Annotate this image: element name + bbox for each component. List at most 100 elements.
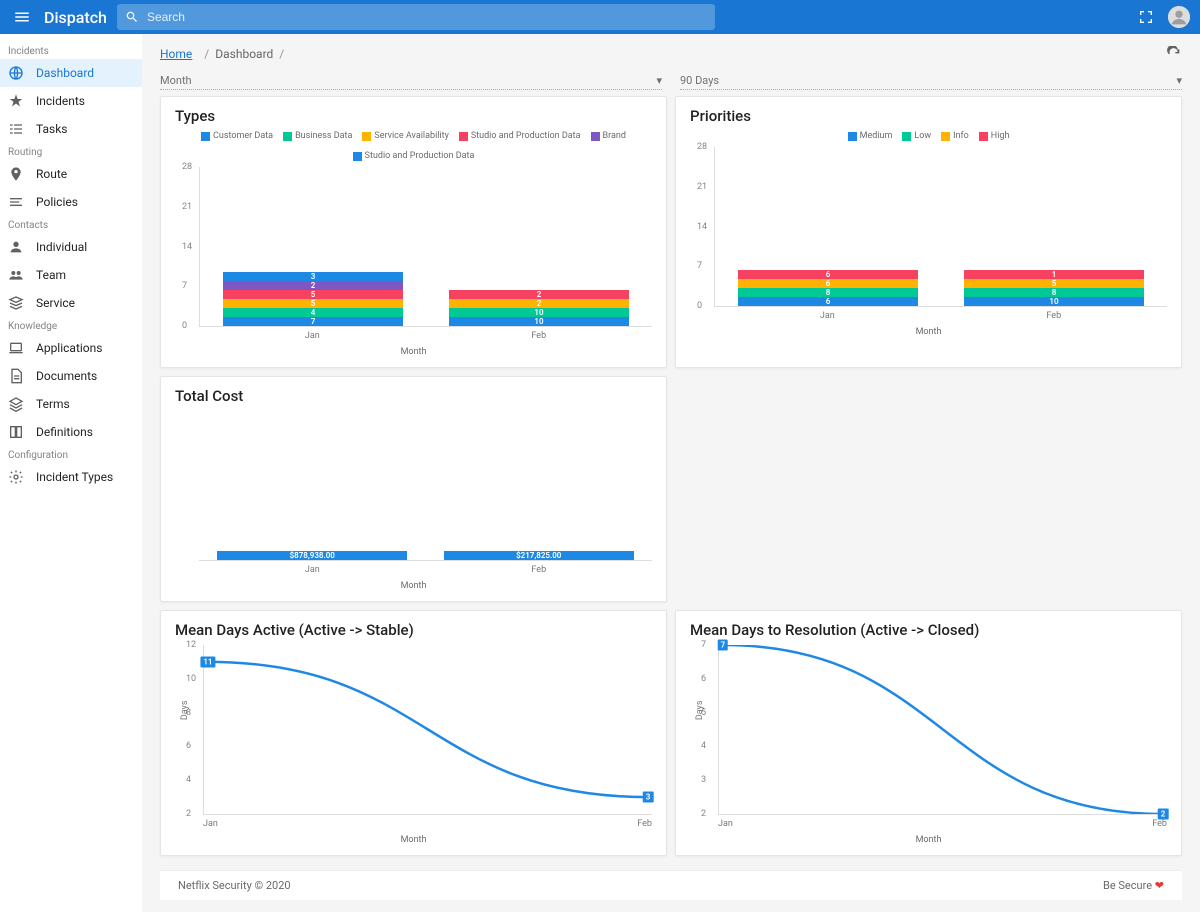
bar-segment: $878,938.00: [217, 551, 407, 560]
sidebar-item-tasks[interactable]: Tasks: [0, 115, 142, 143]
x-tick: Jan: [305, 565, 320, 575]
legend-item: Studio and Production Data: [459, 131, 581, 141]
bar-stack: 6866: [738, 270, 919, 306]
chart-plot: 07142128686610851: [714, 147, 1167, 307]
sidebar-item-label: Service: [36, 296, 75, 310]
line-svg: [204, 645, 652, 814]
sidebar-section-label: Contacts: [0, 216, 142, 233]
line-svg: [719, 645, 1167, 814]
sidebar-item-route[interactable]: Route: [0, 160, 142, 188]
book-icon: [8, 424, 24, 440]
sidebar-item-label: Definitions: [36, 425, 93, 439]
bar-segment: 8: [964, 288, 1145, 297]
service-icon: [8, 295, 24, 311]
sidebar-item-incidents[interactable]: Incidents: [0, 87, 142, 115]
filter-range[interactable]: 90 Days ▾: [680, 72, 1182, 90]
bar-segment: 10: [964, 297, 1145, 306]
chart-title: Types: [175, 107, 652, 125]
breadcrumb: Home / Dashboard /: [160, 46, 1182, 62]
sidebar-item-label: Incident Types: [36, 470, 113, 484]
bar-segment: 3: [223, 272, 404, 281]
filter-period[interactable]: Month ▾: [160, 72, 662, 90]
legend-item: High: [979, 131, 1010, 141]
sidebar-item-team[interactable]: Team: [0, 261, 142, 289]
topbar: Dispatch: [0, 0, 1200, 34]
x-axis-label: Month: [690, 327, 1167, 337]
chart-legend: MediumLowInfoHigh: [690, 131, 1167, 141]
sidebar-item-definitions[interactable]: Definitions: [0, 418, 142, 446]
legend-item: Info: [941, 131, 969, 141]
checklist-icon: [8, 121, 24, 137]
breadcrumb-home[interactable]: Home: [160, 47, 192, 61]
bar-stack: 101022: [449, 290, 630, 326]
sidebar-item-label: Individual: [36, 240, 87, 254]
chevron-down-icon: ▾: [656, 74, 662, 87]
bar-segment: 6: [738, 270, 919, 279]
legend-item: Brand: [591, 131, 626, 141]
search-input[interactable]: [145, 9, 707, 25]
filter-range-label: 90 Days: [680, 74, 719, 87]
heart-icon: ❤: [1155, 879, 1164, 892]
group-icon: [8, 267, 24, 283]
layers-icon: [8, 396, 24, 412]
bar-segment: 7: [223, 317, 404, 326]
refresh-button[interactable]: [1166, 46, 1182, 62]
search-icon: [125, 10, 139, 24]
sidebar-item-label: Terms: [36, 397, 70, 411]
sidebar-item-service[interactable]: Service: [0, 289, 142, 317]
sidebar-item-label: Dashboard: [36, 66, 94, 80]
breadcrumb-current: Dashboard: [215, 47, 273, 61]
bar-segment: 8: [738, 288, 919, 297]
chart-resolution: Mean Days to Resolution (Active -> Close…: [675, 610, 1182, 856]
laptop-icon: [8, 340, 24, 356]
bar-segment: 10: [449, 317, 630, 326]
refresh-icon: [1166, 46, 1182, 62]
sidebar-item-label: Policies: [36, 195, 78, 209]
chart-title: Mean Days to Resolution (Active -> Close…: [690, 621, 1167, 639]
bar-segment: 5: [964, 279, 1145, 288]
bar-segment: 2: [449, 290, 630, 299]
fullscreen-icon[interactable]: [1138, 9, 1154, 25]
sidebar-item-label: Incidents: [36, 94, 85, 108]
bar-segment: $217,825.00: [444, 551, 634, 560]
legend-item: Business Data: [283, 131, 352, 141]
sidebar-item-applications[interactable]: Applications: [0, 334, 142, 362]
bar-segment: 1: [964, 270, 1145, 279]
avatar[interactable]: [1168, 6, 1190, 28]
sidebar-item-incident-types[interactable]: Incident Types: [0, 463, 142, 491]
chart-cost: Total Cost$878,938.00$217,825.00JanFebMo…: [160, 376, 667, 602]
sidebar-item-individual[interactable]: Individual: [0, 233, 142, 261]
sidebar-item-terms[interactable]: Terms: [0, 390, 142, 418]
sidebar-item-policies[interactable]: Policies: [0, 188, 142, 216]
search-field[interactable]: [117, 4, 715, 30]
bar-segment: 6: [738, 297, 919, 306]
menu-icon: [13, 8, 31, 26]
x-tick: Feb: [637, 819, 652, 829]
x-tick: Jan: [820, 311, 835, 321]
data-point-label: 2: [1158, 809, 1169, 820]
sidebar: Incidents Dashboard Incidents Tasks RoutingR…: [0, 34, 142, 912]
sidebar-item-label: Documents: [36, 369, 97, 383]
legend-item: Customer Data: [201, 131, 273, 141]
bar-segment: 2: [449, 299, 630, 308]
x-tick: Jan: [718, 819, 733, 829]
sidebar-section-label: Configuration: [0, 446, 142, 463]
doc-icon: [8, 368, 24, 384]
star-icon: [8, 93, 24, 109]
menu-button[interactable]: [10, 5, 34, 29]
footer: Netflix Security © 2020 Be Secure ❤: [160, 870, 1182, 900]
sidebar-section-label: Incidents: [0, 42, 142, 59]
data-point-label: 7: [718, 640, 729, 651]
sidebar-item-documents[interactable]: Documents: [0, 362, 142, 390]
globe-icon: [8, 65, 24, 81]
sidebar-section-label: Routing: [0, 143, 142, 160]
sidebar-item-label: Tasks: [36, 122, 68, 136]
sidebar-item-dashboard[interactable]: Dashboard: [0, 59, 142, 87]
chart-plot: $878,938.00 $217,825.00: [199, 411, 652, 561]
bar-segment: 6: [738, 279, 919, 288]
bar-stack: 745523: [223, 272, 404, 326]
bar-stack: 10851: [964, 270, 1145, 306]
chart-active: Mean Days Active (Active -> Stable)Days2…: [160, 610, 667, 856]
x-tick: Feb: [1046, 311, 1061, 321]
chart-priorities: PrioritiesMediumLowInfoHigh0714212868661…: [675, 96, 1182, 368]
